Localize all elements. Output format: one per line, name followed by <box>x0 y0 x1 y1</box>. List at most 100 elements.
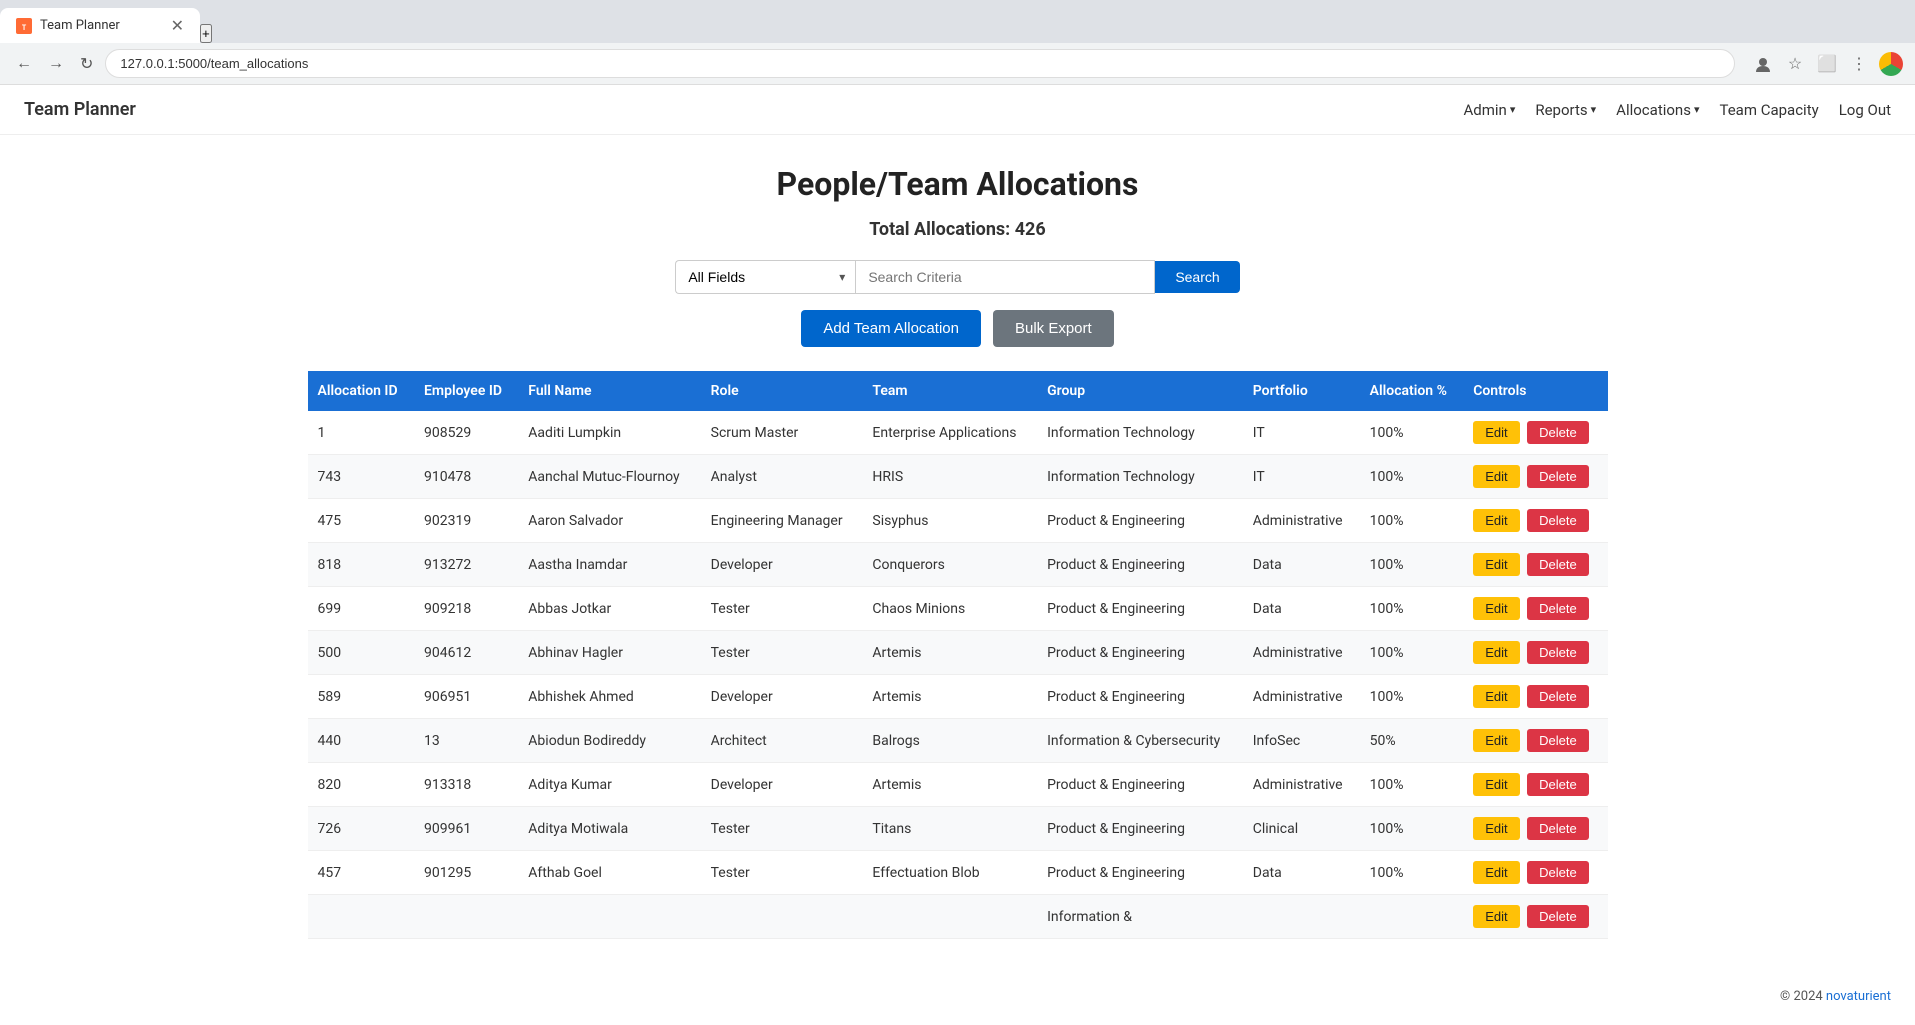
header-row: Allocation ID Employee ID Full Name Role… <box>308 371 1608 411</box>
delete-button[interactable]: Delete <box>1527 773 1589 796</box>
cell-controls: Edit Delete <box>1463 631 1607 675</box>
delete-button[interactable]: Delete <box>1527 729 1589 752</box>
cell-allocation: 100% <box>1360 763 1464 807</box>
header-allocation: Allocation % <box>1360 371 1464 411</box>
forward-button[interactable]: → <box>44 51 68 77</box>
delete-button[interactable]: Delete <box>1527 641 1589 664</box>
back-button[interactable]: ← <box>12 51 36 77</box>
edit-button[interactable]: Edit <box>1473 509 1519 532</box>
table-row: 500 904612 Abhinav Hagler Tester Artemis… <box>308 631 1608 675</box>
search-field-select[interactable]: All Fields Allocation ID Employee ID Ful… <box>675 260 855 294</box>
allocations-table: Allocation ID Employee ID Full Name Role… <box>308 371 1608 939</box>
edit-button[interactable]: Edit <box>1473 597 1519 620</box>
search-button[interactable]: Search <box>1155 261 1239 293</box>
search-input[interactable] <box>855 260 1155 294</box>
cell-team: Sisyphus <box>862 499 1037 543</box>
cell-alloc-id: 475 <box>308 499 415 543</box>
tab-close-icon[interactable]: ✕ <box>171 16 184 35</box>
cell-controls: Edit Delete <box>1463 719 1607 763</box>
cell-emp-id: 902319 <box>414 499 518 543</box>
header-alloc-id: Allocation ID <box>308 371 415 411</box>
cell-full-name: Aanchal Mutuc-Flournoy <box>518 455 700 499</box>
cell-portfolio <box>1243 895 1360 939</box>
cell-controls: Edit Delete <box>1463 587 1607 631</box>
menu-icon[interactable]: ⋮ <box>1847 52 1871 76</box>
edit-button[interactable]: Edit <box>1473 861 1519 884</box>
cell-controls: Edit Delete <box>1463 763 1607 807</box>
star-icon[interactable]: ☆ <box>1783 52 1807 76</box>
cell-allocation: 100% <box>1360 455 1464 499</box>
svg-text:T: T <box>22 24 27 32</box>
cell-group: Product & Engineering <box>1037 499 1243 543</box>
profile-icon[interactable] <box>1751 52 1775 76</box>
cell-allocation: 100% <box>1360 851 1464 895</box>
cell-group: Product & Engineering <box>1037 807 1243 851</box>
edit-button[interactable]: Edit <box>1473 729 1519 752</box>
cell-team: Artemis <box>862 763 1037 807</box>
bulk-export-button[interactable]: Bulk Export <box>993 310 1114 347</box>
cell-alloc-id: 589 <box>308 675 415 719</box>
cell-role: Analyst <box>701 455 863 499</box>
cell-emp-id: 13 <box>414 719 518 763</box>
edit-button[interactable]: Edit <box>1473 773 1519 796</box>
nav-logout[interactable]: Log Out <box>1839 101 1891 119</box>
footer-link[interactable]: novaturient <box>1826 989 1891 1004</box>
header-portfolio: Portfolio <box>1243 371 1360 411</box>
cell-alloc-id: 743 <box>308 455 415 499</box>
cell-full-name: Aaron Salvador <box>518 499 700 543</box>
nav-admin[interactable]: Admin <box>1463 101 1515 119</box>
cell-alloc-id: 457 <box>308 851 415 895</box>
delete-button[interactable]: Delete <box>1527 597 1589 620</box>
delete-button[interactable]: Delete <box>1527 553 1589 576</box>
edit-button[interactable]: Edit <box>1473 685 1519 708</box>
table-header: Allocation ID Employee ID Full Name Role… <box>308 371 1608 411</box>
new-tab-button[interactable]: + <box>200 24 212 43</box>
cell-team: Artemis <box>862 675 1037 719</box>
edit-button[interactable]: Edit <box>1473 421 1519 444</box>
cell-group: Product & Engineering <box>1037 763 1243 807</box>
nav-reports[interactable]: Reports <box>1535 101 1596 119</box>
edit-button[interactable]: Edit <box>1473 817 1519 840</box>
table-row: 820 913318 Aditya Kumar Developer Artemi… <box>308 763 1608 807</box>
table-row: 743 910478 Aanchal Mutuc-Flournoy Analys… <box>308 455 1608 499</box>
browser-icons: ☆ ⬜ ⋮ <box>1751 52 1903 76</box>
cell-controls: Edit Delete <box>1463 543 1607 587</box>
cell-allocation: 100% <box>1360 411 1464 455</box>
app-brand[interactable]: Team Planner <box>24 99 136 120</box>
active-tab[interactable]: T Team Planner ✕ <box>0 8 200 43</box>
edit-button[interactable]: Edit <box>1473 553 1519 576</box>
cell-role: Tester <box>701 807 863 851</box>
delete-button[interactable]: Delete <box>1527 861 1589 884</box>
cell-team: HRIS <box>862 455 1037 499</box>
cell-group: Information Technology <box>1037 411 1243 455</box>
cell-emp-id: 901295 <box>414 851 518 895</box>
delete-button[interactable]: Delete <box>1527 509 1589 532</box>
edit-button[interactable]: Edit <box>1473 641 1519 664</box>
delete-button[interactable]: Delete <box>1527 465 1589 488</box>
cell-group: Information & Cybersecurity <box>1037 719 1243 763</box>
cell-controls: Edit Delete <box>1463 411 1607 455</box>
add-team-allocation-button[interactable]: Add Team Allocation <box>801 310 981 347</box>
delete-button[interactable]: Delete <box>1527 685 1589 708</box>
cell-controls: Edit Delete <box>1463 499 1607 543</box>
cell-team: Conquerors <box>862 543 1037 587</box>
nav-team-capacity[interactable]: Team Capacity <box>1719 101 1818 119</box>
cell-portfolio: Clinical <box>1243 807 1360 851</box>
reload-button[interactable]: ↻ <box>76 50 97 78</box>
delete-button[interactable]: Delete <box>1527 817 1589 840</box>
address-input[interactable] <box>105 49 1735 78</box>
edit-button[interactable]: Edit <box>1473 465 1519 488</box>
cell-group: Information & <box>1037 895 1243 939</box>
table-container: Allocation ID Employee ID Full Name Role… <box>308 371 1608 947</box>
tab-label: Team Planner <box>40 18 120 33</box>
delete-button[interactable]: Delete <box>1527 421 1589 444</box>
delete-button[interactable]: Delete <box>1527 905 1589 928</box>
cell-role: Scrum Master <box>701 411 863 455</box>
header-controls: Controls <box>1463 371 1607 411</box>
nav-allocations[interactable]: Allocations <box>1616 101 1699 119</box>
cell-allocation: 100% <box>1360 807 1464 851</box>
extension-icon[interactable]: ⬜ <box>1815 52 1839 76</box>
edit-button[interactable]: Edit <box>1473 905 1519 928</box>
cell-emp-id: 909218 <box>414 587 518 631</box>
cell-portfolio: Data <box>1243 851 1360 895</box>
